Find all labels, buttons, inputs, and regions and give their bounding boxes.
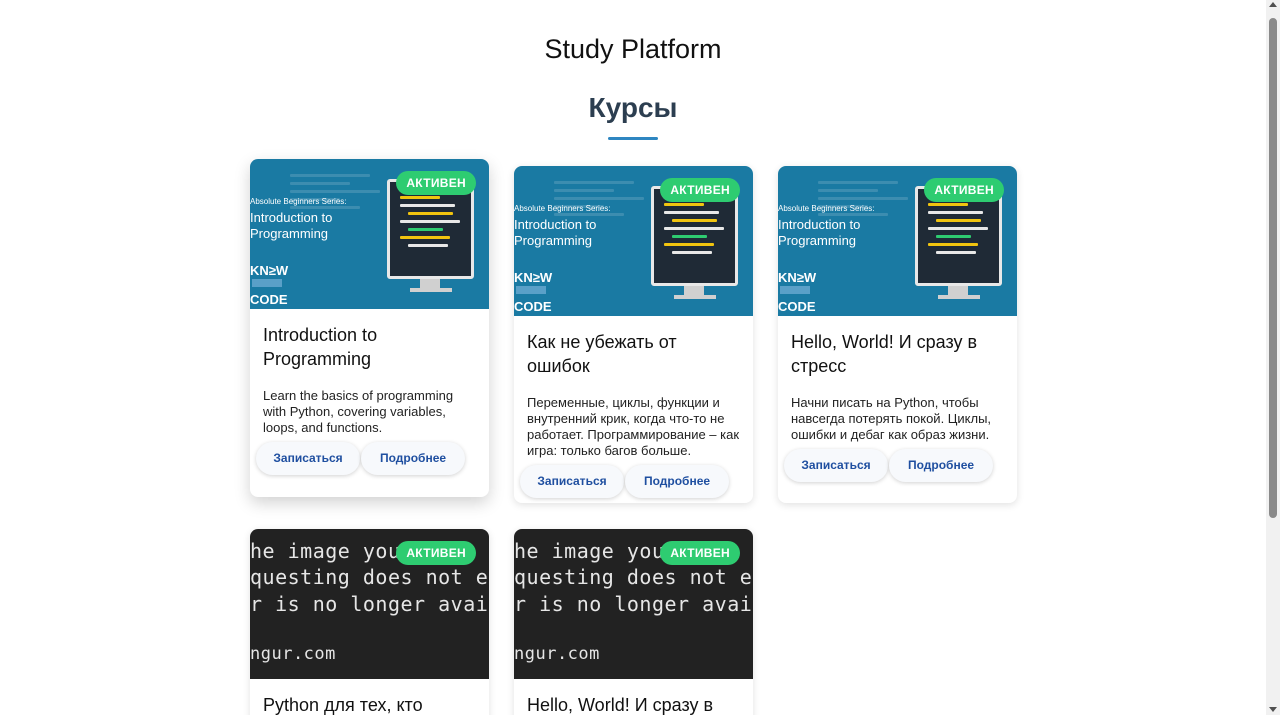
thumb-brand-bottom: CODE (778, 299, 816, 314)
monitor-base (938, 295, 980, 299)
scroll-down-arrow-icon[interactable] (1269, 707, 1277, 712)
thumb-brand-top: KN≥W (778, 270, 817, 285)
course-card[interactable]: he image you a questing does not exi r i… (250, 529, 489, 715)
course-thumbnail: Absolute Beginners Series: Introduction … (250, 159, 489, 309)
thumb-intro-line2: Programming (514, 233, 593, 248)
status-badge: АКТИВЕН (396, 541, 476, 565)
course-thumbnail-missing: he image you a questing does not exi r i… (250, 529, 489, 679)
thumb-code-lines (554, 176, 654, 221)
status-badge: АКТИВЕН (660, 178, 740, 202)
thumb-series-text: Absolute Beginners Series: (514, 204, 611, 213)
thumb-code-lines (290, 169, 390, 214)
thumb-intro-text: Introduction to Programming (778, 217, 860, 249)
scroll-up-arrow-icon[interactable] (1269, 2, 1277, 7)
thumb-series-text: Absolute Beginners Series: (250, 197, 347, 206)
details-button[interactable]: Подробнее (889, 449, 993, 482)
section-title: Курсы (588, 92, 678, 123)
thumb-brand-bar (252, 279, 282, 287)
course-description: Начни писать на Python, чтобы навсегда п… (791, 395, 992, 442)
thumb-missing-line4: ngur.com (250, 644, 336, 664)
thumb-missing-line4: ngur.com (514, 644, 600, 664)
course-title: Introduction to Programming (263, 325, 378, 369)
enroll-button[interactable]: Записаться (256, 442, 360, 475)
thumb-missing-line2: questing does not exi (514, 565, 753, 589)
status-badge: АКТИВЕН (924, 178, 1004, 202)
thumb-intro-line2: Programming (778, 233, 857, 248)
thumb-brand-top: KN≥W (250, 263, 289, 278)
thumb-intro-text: Introduction to Programming (514, 217, 596, 249)
monitor-base (410, 288, 452, 292)
thumb-code-lines (818, 176, 918, 221)
thumb-intro-line1: Introduction to (778, 217, 861, 232)
thumb-intro-line1: Introduction to (250, 210, 333, 225)
thumb-series-text: Absolute Beginners Series: (778, 204, 875, 213)
page-scrollbar[interactable] (1266, 0, 1280, 715)
thumb-intro-line2: Programming (250, 226, 329, 241)
thumb-missing-line3: r is no longer available (514, 592, 753, 616)
thumb-brand-bar (516, 286, 546, 294)
thumb-brand-bar (780, 286, 810, 294)
course-title: Hello, World! И сразу в (527, 695, 714, 715)
course-title: Как не убежать от ошибок (527, 332, 677, 376)
status-badge: АКТИВЕН (396, 171, 476, 195)
enroll-button[interactable]: Записаться (520, 465, 624, 498)
title-underline (608, 137, 658, 140)
course-thumbnail-missing: he image you a questing does not exi r i… (514, 529, 753, 679)
thumb-brand-bottom: CODE (514, 299, 552, 314)
details-button[interactable]: Подробнее (361, 442, 465, 475)
course-card[interactable]: Absolute Beginners Series: Introduction … (250, 159, 489, 497)
course-title: Python для тех, кто (263, 695, 423, 715)
thumb-missing-line2: questing does not exi (250, 565, 489, 589)
status-badge: АКТИВЕН (660, 541, 740, 565)
thumb-brand-top: KN≥W (514, 270, 553, 285)
thumb-missing-line3: r is no longer available (250, 592, 489, 616)
enroll-button[interactable]: Записаться (784, 449, 888, 482)
thumb-intro-line1: Introduction to (514, 217, 597, 232)
course-description: Переменные, циклы, функции и внутренний … (527, 395, 740, 458)
course-thumbnail: Absolute Beginners Series: Introduction … (778, 166, 1017, 316)
site-title: Study Platform (544, 34, 722, 64)
details-button[interactable]: Подробнее (625, 465, 729, 498)
course-card[interactable]: Absolute Beginners Series: Introduction … (778, 166, 1017, 503)
monitor-base (674, 295, 716, 299)
scrollbar-thumb[interactable] (1269, 18, 1277, 518)
thumb-brand-bottom: CODE (250, 292, 288, 307)
thumb-intro-text: Introduction to Programming (250, 210, 332, 242)
course-card[interactable]: he image you a questing does not exi r i… (514, 529, 753, 715)
course-thumbnail: Absolute Beginners Series: Introduction … (514, 166, 753, 316)
course-description: Learn the basics of programming with Pyt… (263, 388, 454, 435)
course-card[interactable]: Absolute Beginners Series: Introduction … (514, 166, 753, 503)
course-title: Hello, World! И сразу в стресс (791, 332, 978, 376)
